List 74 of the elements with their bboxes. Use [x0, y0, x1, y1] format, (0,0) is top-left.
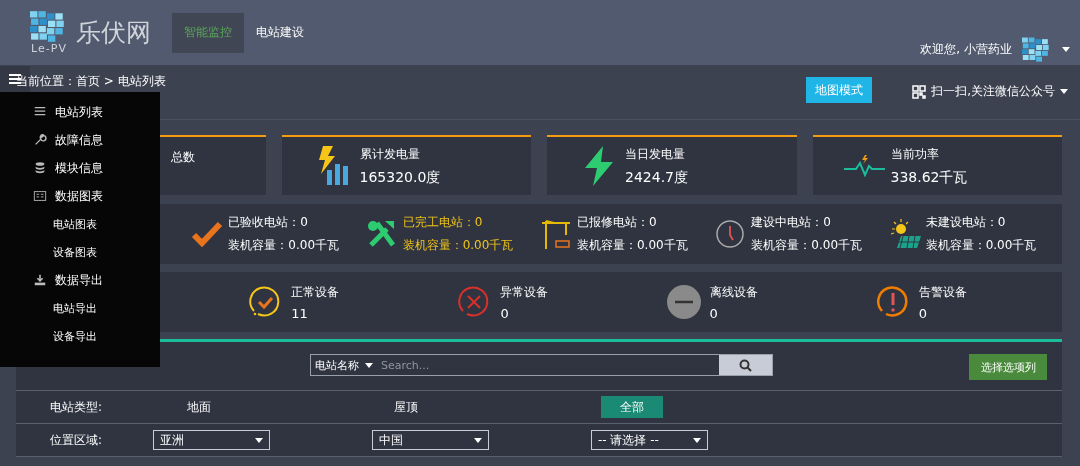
type-option[interactable]: 屋顶	[394, 396, 418, 418]
stat-value: 2424.7度	[625, 168, 688, 187]
capacity-text: 装机容量：0.00千瓦	[925, 237, 1037, 254]
select-columns-button[interactable]: 选择选项列	[969, 354, 1047, 380]
chart-icon	[33, 189, 47, 203]
device-label: 正常设备	[291, 283, 340, 301]
search-field[interactable]: 电站名称 Search...	[310, 354, 773, 376]
menu-item[interactable]: 数据图表	[0, 182, 160, 210]
tools-icon	[366, 219, 397, 249]
wechat-link[interactable]: 扫一扫,关注微信公众号	[912, 83, 1068, 100]
device-count: 0	[500, 305, 510, 321]
capacity-text: 装机容量：0.00千瓦	[751, 237, 863, 254]
device-label: 离线设备	[709, 283, 758, 301]
menu-item[interactable]: 数据导出	[0, 266, 160, 294]
device-label: 异常设备	[500, 283, 549, 301]
logo-subtext: Le-PV	[31, 42, 67, 55]
submenu-item[interactable]: 设备图表	[0, 238, 160, 266]
caret-icon	[255, 437, 263, 443]
station-count: 已报修电站：0	[577, 214, 658, 231]
station-count: 建设中电站：0	[751, 214, 832, 231]
pulse-icon	[843, 155, 886, 177]
device-count: 11	[291, 305, 309, 321]
menu-item[interactable]: 模块信息	[0, 154, 160, 182]
crane-icon	[542, 219, 570, 249]
caret-icon	[474, 437, 482, 443]
check-icon	[191, 221, 224, 247]
region-select[interactable]: -- 请选择 --	[591, 430, 708, 450]
region-select[interactable]: 中国	[372, 430, 489, 450]
caret-icon	[1062, 47, 1070, 52]
caret-icon	[693, 437, 701, 443]
station-count: 已验收电站：0	[228, 214, 309, 231]
database-icon	[33, 161, 47, 175]
menu-item[interactable]: 故障信息	[0, 126, 160, 154]
filter-label: 位置区域:	[50, 431, 104, 449]
welcome-text: 欢迎您, 小营药业	[920, 41, 1012, 58]
submenu-item[interactable]: 设备导出	[0, 322, 160, 350]
capacity-text: 装机容量：0.00千瓦	[402, 237, 514, 254]
station-count: 已完工电站：0	[402, 214, 484, 231]
region-select[interactable]: 亚洲	[153, 430, 270, 450]
stat-title: 当日发电量	[625, 145, 686, 163]
caret-icon	[365, 362, 373, 368]
stat-title: 总数	[171, 149, 195, 166]
qr-code-icon	[912, 84, 927, 99]
lightning-bars-icon	[316, 146, 351, 186]
capacity-text: 装机容量：0.00千瓦	[577, 237, 688, 254]
submenu-item[interactable]: 电站图表	[0, 210, 160, 238]
caret-icon	[1060, 89, 1068, 94]
nav-tab[interactable]: 电站建设	[244, 12, 316, 53]
logo-text: 乐伏网	[76, 17, 151, 49]
device-count: 0	[709, 305, 719, 321]
field-dropdown[interactable]: 电站名称	[311, 355, 379, 375]
stat-title: 累计发电量	[359, 145, 421, 163]
lightning-icon	[583, 146, 615, 186]
filter-label: 电站类型:	[50, 398, 104, 416]
search-icon	[739, 358, 752, 372]
minus-circle-icon	[666, 285, 701, 319]
stat-title: 当前功率	[890, 145, 940, 163]
type-option[interactable]: 全部	[601, 396, 663, 418]
capacity-text: 装机容量：0.00千瓦	[228, 237, 340, 254]
submenu-item[interactable]: 电站导出	[0, 294, 160, 322]
device-label: 告警设备	[918, 283, 967, 301]
type-option[interactable]: 地面	[187, 396, 211, 418]
stat-value: 338.62千瓦	[890, 168, 968, 187]
menu-item[interactable]: 电站列表	[0, 98, 160, 126]
device-count: 0	[918, 305, 929, 321]
clock-icon	[715, 219, 746, 249]
sun-panel-icon	[888, 218, 921, 250]
stat-value: 165320.0度	[359, 168, 441, 187]
station-count: 未建设电站：0	[925, 214, 1007, 231]
avatar-icon	[1022, 36, 1052, 63]
download-icon	[33, 273, 47, 287]
warning-icon	[875, 285, 910, 319]
search-button[interactable]	[719, 355, 772, 375]
menu-button[interactable]	[0, 66, 30, 92]
